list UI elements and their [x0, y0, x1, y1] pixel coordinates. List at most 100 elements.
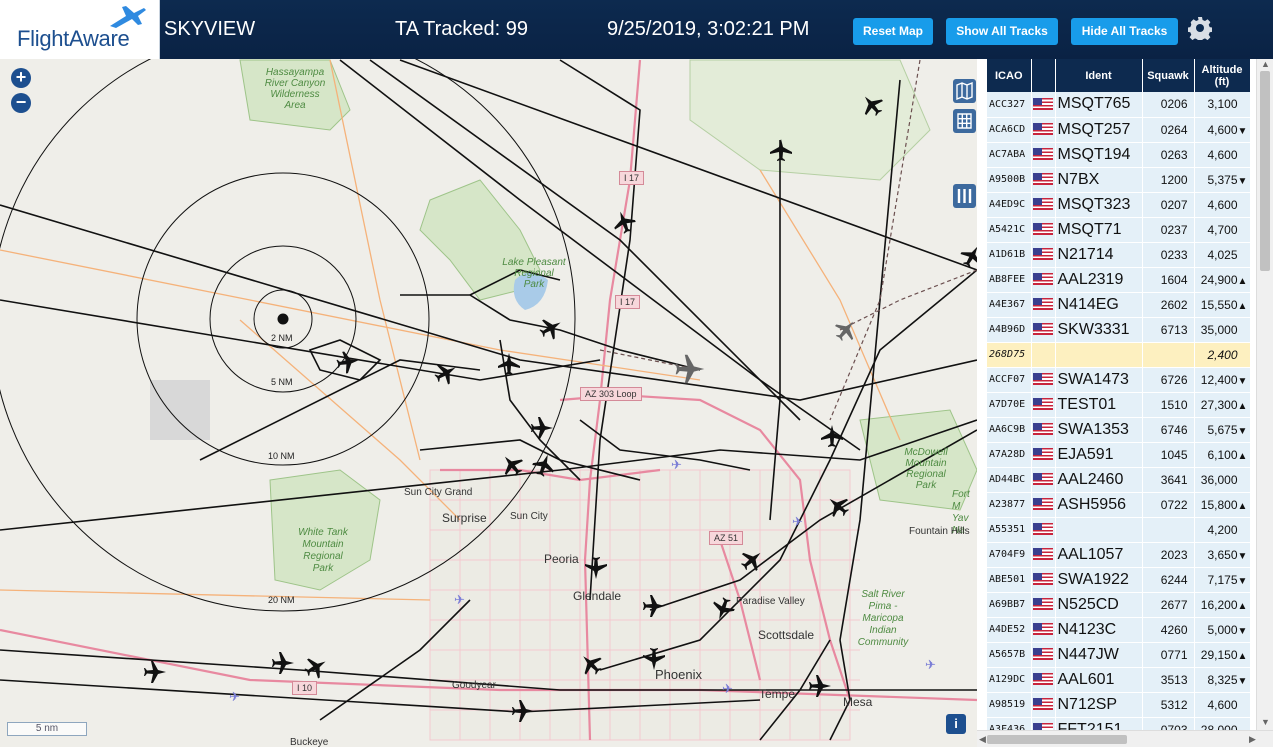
- altitude-cell: 15,550▲: [1194, 292, 1250, 318]
- icao-cell: A9500B: [987, 167, 1032, 193]
- scroll-down-arrow[interactable]: ▼: [1261, 717, 1270, 727]
- scroll-thumb[interactable]: [1260, 71, 1270, 271]
- table-row[interactable]: A4DE52 N4123C 4260 5,000▼: [987, 617, 1250, 643]
- scroll-right-arrow[interactable]: ▶: [1249, 734, 1256, 745]
- table-row[interactable]: A129DC AAL601 3513 8,325▼: [987, 667, 1250, 693]
- scroll-left-arrow[interactable]: ◀: [979, 734, 986, 745]
- zoom-out-button[interactable]: −: [11, 93, 31, 113]
- surprise-label: Surprise: [442, 511, 487, 525]
- altitude-trend-icon: ▼: [1237, 625, 1248, 637]
- flag-cell: [1031, 142, 1056, 168]
- flag-cell: [1031, 367, 1056, 393]
- altitude-cell: 3,100: [1194, 92, 1250, 118]
- altitude-trend-icon: ▲: [1237, 650, 1248, 662]
- col-icao[interactable]: ICAO: [987, 59, 1032, 92]
- table-row[interactable]: A4E367 N414EG 2602 15,550▲: [987, 292, 1250, 318]
- flag-cell: [1031, 717, 1056, 730]
- table-row[interactable]: A9500B N7BX 1200 5,375▼: [987, 167, 1250, 193]
- squawk-cell: 1200: [1142, 167, 1195, 193]
- us-flag-icon: [1032, 723, 1053, 730]
- table-row[interactable]: ABE501 SWA1922 6244 7,175▼: [987, 567, 1250, 593]
- squawk-cell: 6713: [1142, 317, 1195, 343]
- table-row[interactable]: A3F436 FFT2151 0703 28,000: [987, 717, 1250, 730]
- table-row[interactable]: A7A28D EJA591 1045 6,100▲: [987, 442, 1250, 468]
- altitude-cell: 27,300▲: [1194, 392, 1250, 418]
- table-row[interactable]: A4ED9C MSQT323 0207 4,600: [987, 192, 1250, 218]
- altitude-cell: 8,325▼: [1194, 667, 1250, 693]
- white-tank-label: White Tank Mountain Regional Park: [298, 527, 348, 574]
- altitude-cell: 35,000: [1194, 317, 1250, 343]
- altitude-cell: 4,600: [1194, 692, 1250, 718]
- altitude-value: 15,550: [1200, 297, 1238, 312]
- ident-cell: AAL2319: [1055, 267, 1143, 293]
- col-flag[interactable]: [1031, 59, 1056, 92]
- grid-toggle-button[interactable]: [953, 109, 976, 133]
- columns-toggle-button[interactable]: [953, 184, 976, 208]
- table-row[interactable]: AA6C9B SWA1353 6746 5,675▼: [987, 417, 1250, 443]
- zoom-in-button[interactable]: +: [11, 68, 31, 88]
- table-row[interactable]: A7D70E TEST01 1510 27,300▲: [987, 392, 1250, 418]
- altitude-value: 7,175: [1207, 572, 1238, 587]
- table-row[interactable]: A55351 4,200: [987, 517, 1250, 543]
- us-flag-icon: [1032, 173, 1053, 186]
- ident-cell: N7BX: [1055, 167, 1143, 193]
- scroll-thumb-h[interactable]: [987, 735, 1127, 744]
- aircraft-markers-dim[interactable]: [675, 314, 862, 384]
- table-row[interactable]: A23877 ASH5956 0722 15,800▲: [987, 492, 1250, 518]
- table-row[interactable]: AC7ABA MSQT194 0263 4,600: [987, 142, 1250, 168]
- altitude-value: 5,000: [1207, 622, 1238, 637]
- table-vertical-scrollbar[interactable]: ▲ ▼: [1256, 59, 1273, 730]
- altitude-cell: 7,175▼: [1194, 567, 1250, 593]
- altitude-value: 29,150: [1200, 647, 1238, 662]
- table-row[interactable]: A704F9 AAL1057 2023 3,650▼: [987, 542, 1250, 568]
- flightaware-logo[interactable]: FlightAware: [0, 0, 160, 59]
- hide-all-tracks-button[interactable]: Hide All Tracks: [1071, 18, 1178, 45]
- table-row[interactable]: ACCF07 SWA1473 6726 12,400▼: [987, 367, 1250, 393]
- us-flag-icon: [1032, 423, 1053, 436]
- flag-cell: [1031, 567, 1056, 593]
- altitude-value: 12,400: [1200, 372, 1238, 387]
- icao-cell: A129DC: [987, 667, 1032, 693]
- squawk-cell: 1604: [1142, 267, 1195, 293]
- map-layers-button[interactable]: [953, 79, 976, 103]
- flag-cell: [1031, 317, 1056, 343]
- table-row[interactable]: A5421C MSQT71 0237 4,700: [987, 217, 1250, 243]
- flag-cell: [1031, 642, 1056, 668]
- show-all-tracks-button[interactable]: Show All Tracks: [946, 18, 1058, 45]
- squawk-cell: 0703: [1142, 717, 1195, 730]
- table-row[interactable]: ACC327 MSQT765 0206 3,100: [987, 92, 1250, 118]
- table-row[interactable]: A69BB7 N525CD 2677 16,200▲: [987, 592, 1250, 618]
- info-button[interactable]: i: [946, 714, 966, 734]
- map-view[interactable]: ✈ ✈ ✈ ✈ ✈ ✈ Hassayampa River Canyon Wilderness…: [0, 59, 977, 747]
- reset-map-button[interactable]: Reset Map: [853, 18, 933, 45]
- table-row[interactable]: 268D75 2,400: [987, 342, 1250, 368]
- col-ident[interactable]: Ident: [1055, 59, 1143, 92]
- az303-shield: AZ 303 Loop: [580, 387, 642, 401]
- table-horizontal-scrollbar[interactable]: ◀ ▶: [977, 730, 1273, 747]
- gear-icon[interactable]: [1188, 16, 1212, 40]
- ident-cell: N525CD: [1055, 592, 1143, 618]
- table-row[interactable]: A98519 N712SP 5312 4,600: [987, 692, 1250, 718]
- table-row[interactable]: A4B96D SKW3331 6713 35,000: [987, 317, 1250, 343]
- squawk-cell: [1142, 517, 1195, 543]
- col-altitude[interactable]: Altitude (ft): [1194, 59, 1250, 92]
- aircraft-table-panel[interactable]: ICAO Ident Squawk Altitude (ft) ACC327 MS…: [987, 59, 1250, 730]
- table-row[interactable]: AB8FEE AAL2319 1604 24,900▲: [987, 267, 1250, 293]
- col-squawk[interactable]: Squawk: [1142, 59, 1195, 92]
- table-row[interactable]: AD44BC AAL2460 3641 36,000: [987, 467, 1250, 493]
- table-row[interactable]: A5657B N447JW 0771 29,150▲: [987, 642, 1250, 668]
- squawk-cell: 6746: [1142, 417, 1195, 443]
- altitude-cell: 4,600▼: [1194, 117, 1250, 143]
- table-row[interactable]: ACA6CD MSQT257 0264 4,600▼: [987, 117, 1250, 143]
- svg-text:✈: ✈: [792, 515, 803, 530]
- altitude-cell: 4,600: [1194, 142, 1250, 168]
- ident-cell: AAL601: [1055, 667, 1143, 693]
- grid-icon: [957, 113, 972, 129]
- i10-shield: I 10: [292, 681, 318, 695]
- timestamp: 9/25/2019, 3:02:21 PM: [607, 18, 810, 40]
- icao-cell: AD44BC: [987, 467, 1032, 493]
- table-row[interactable]: A1D61B N21714 0233 4,025: [987, 242, 1250, 268]
- ring-label-5nm: 5 NM: [271, 377, 293, 387]
- scroll-up-arrow[interactable]: ▲: [1261, 59, 1270, 69]
- altitude-value: 4,025: [1207, 247, 1238, 262]
